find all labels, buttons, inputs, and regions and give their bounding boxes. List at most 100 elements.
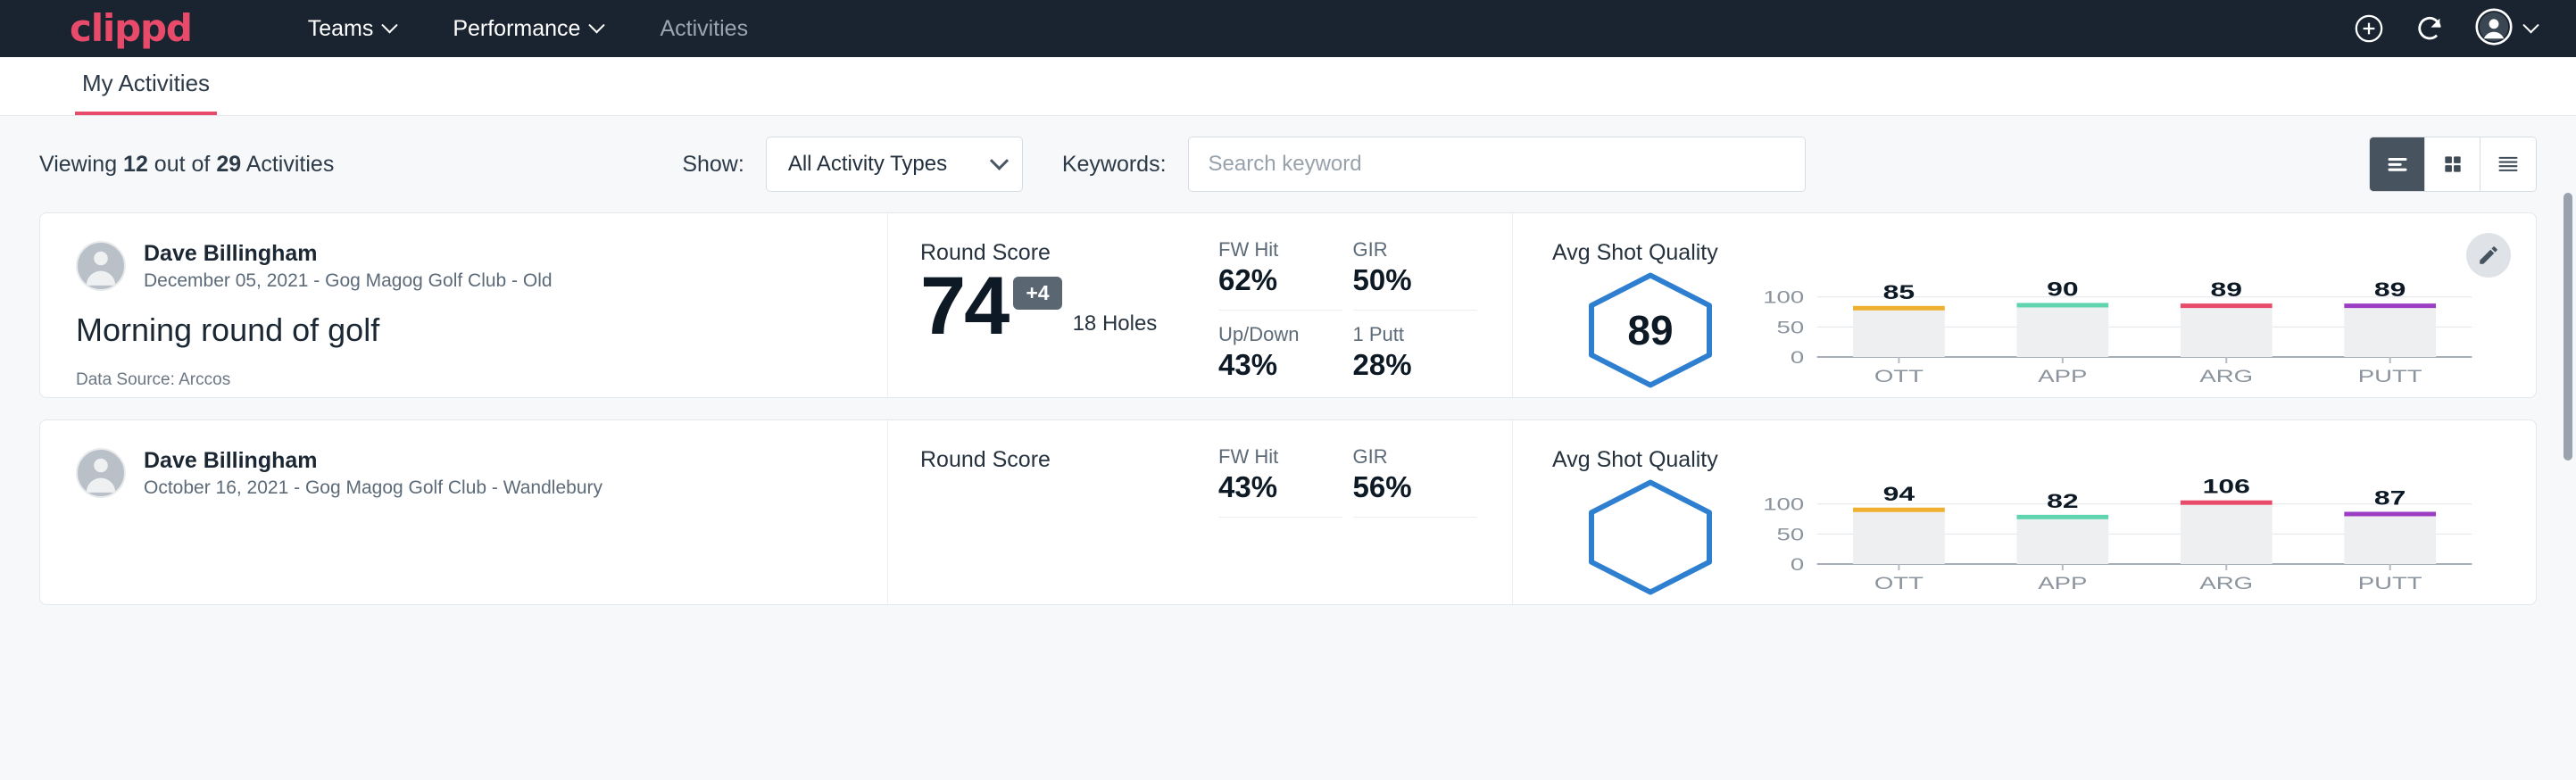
- avatar: [76, 241, 126, 291]
- scrollbar-thumb[interactable]: [2564, 193, 2572, 461]
- shot-quality-hexagon-wrap: 89: [1552, 271, 1749, 389]
- stat-up-down-value: 43%: [1218, 348, 1342, 382]
- score-delta-badge: +4: [1013, 277, 1061, 310]
- avg-shot-quality-row: 05010094OTT82APP106ARG87PUTT: [1552, 478, 2482, 596]
- activity-type-select[interactable]: All Activity Types: [766, 137, 1023, 192]
- round-stats-grid: FW Hit 43% GIR 56%: [1218, 445, 1476, 530]
- top-navigation-bar: clippd Teams Performance Activities: [0, 0, 2576, 57]
- svg-text:ARG: ARG: [2199, 575, 2253, 593]
- svg-text:85: 85: [1883, 281, 1915, 303]
- chevron-down-icon: [382, 17, 398, 33]
- refresh-icon[interactable]: [2414, 13, 2445, 44]
- viewing-total: 29: [216, 152, 241, 177]
- activity-summary: Dave Billingham December 05, 2021 - Gog …: [40, 213, 888, 397]
- main-nav-items: Teams Performance Activities: [279, 16, 777, 42]
- nav-item-teams[interactable]: Teams: [279, 16, 425, 42]
- search-input[interactable]: [1188, 137, 1806, 192]
- svg-text:100: 100: [1763, 496, 1804, 515]
- chevron-down-icon: [990, 151, 1009, 170]
- viewing-prefix: Viewing: [39, 152, 123, 177]
- activity-data-source: Data Source: Arccos: [76, 370, 852, 390]
- activity-user-row: Dave Billingham October 16, 2021 - Gog M…: [76, 447, 852, 499]
- svg-text:89: 89: [2374, 278, 2406, 301]
- svg-text:APP: APP: [2038, 368, 2087, 386]
- activity-card[interactable]: Dave Billingham October 16, 2021 - Gog M…: [39, 419, 2537, 605]
- avg-shot-quality-label: Avg Shot Quality: [1552, 240, 2482, 266]
- svg-text:50: 50: [1777, 319, 1805, 337]
- activity-user-name: Dave Billingham: [144, 240, 553, 267]
- shot-quality-hexagon: [1583, 478, 1717, 596]
- activity-summary: Dave Billingham October 16, 2021 - Gog M…: [40, 420, 888, 604]
- stat-fw-hit: FW Hit 43%: [1218, 445, 1342, 518]
- stat-one-putt-label: 1 Putt: [1353, 323, 1477, 346]
- activity-meta: October 16, 2021 - Gog Magog Golf Club -…: [144, 477, 602, 499]
- clippd-logo[interactable]: clippd: [70, 10, 192, 47]
- stat-fw-hit-value: 62%: [1218, 263, 1342, 297]
- tab-my-activities[interactable]: My Activities: [75, 70, 217, 115]
- activity-card[interactable]: Dave Billingham December 05, 2021 - Gog …: [39, 212, 2537, 398]
- shot-quality-bar-chart: 05010085OTT90APP89ARG89PUTT: [1757, 271, 2482, 387]
- round-score-row: 74 +4 18 Holes: [920, 268, 1218, 345]
- avatar: [76, 448, 126, 498]
- shot-quality-bar-chart: 05010094OTT82APP106ARG87PUTT: [1757, 478, 2482, 594]
- svg-text:90: 90: [2047, 278, 2078, 300]
- show-label: Show:: [682, 152, 744, 178]
- page-scrollbar[interactable]: [2564, 116, 2572, 780]
- edit-activity-button[interactable]: [2466, 233, 2511, 278]
- svg-text:0: 0: [1791, 349, 1804, 368]
- shot-quality-chart-canvas: 05010085OTT90APP89ARG89PUTT: [1757, 271, 2482, 387]
- shot-quality-chart-canvas: 05010094OTT82APP106ARG87PUTT: [1757, 478, 2482, 594]
- stat-gir-label: GIR: [1353, 238, 1477, 261]
- svg-text:OTT: OTT: [1874, 368, 1924, 386]
- stat-gir: GIR 50%: [1353, 238, 1477, 311]
- activity-user-name: Dave Billingham: [144, 447, 602, 474]
- round-score-label: Round Score: [920, 447, 1218, 473]
- add-circle-icon[interactable]: [2354, 13, 2384, 44]
- stat-up-down-label: Up/Down: [1218, 323, 1342, 346]
- shot-quality-hexagon: 89: [1583, 271, 1717, 389]
- view-mode-compact-button[interactable]: [2480, 137, 2536, 191]
- holes-played: 18 Holes: [1073, 311, 1158, 336]
- compact-view-icon: [2496, 152, 2521, 177]
- avg-shot-quality-block: Avg Shot Quality 89 0 50 100 85 OTT 90 APP 89 AR…: [1513, 213, 2536, 397]
- activity-title: Morning round of golf: [76, 311, 852, 349]
- pencil-icon: [2477, 244, 2500, 267]
- viewing-summary: Viewing 12 out of 29 Activities: [39, 152, 334, 178]
- stat-one-putt-value: 28%: [1353, 348, 1477, 382]
- nav-item-activities-label: Activities: [660, 16, 748, 42]
- view-mode-grid-button[interactable]: [2425, 137, 2480, 191]
- stat-gir-label: GIR: [1353, 445, 1477, 469]
- svg-text:PUTT: PUTT: [2358, 368, 2422, 386]
- nav-item-performance[interactable]: Performance: [424, 16, 631, 42]
- svg-text:100: 100: [1763, 289, 1804, 308]
- round-score-block: Round Score 74 +4 18 Holes: [888, 213, 1218, 397]
- stat-gir: GIR 56%: [1353, 445, 1477, 518]
- stat-fw-hit-value: 43%: [1218, 470, 1342, 504]
- chevron-down-icon: [589, 17, 605, 33]
- stat-fw-hit-label: FW Hit: [1218, 445, 1342, 469]
- account-icon: [2475, 8, 2513, 50]
- round-stats-block: FW Hit 43% GIR 56%: [1218, 420, 1513, 604]
- activities-content: Viewing 12 out of 29 Activities Show: Al…: [0, 116, 2576, 780]
- svg-text:PUTT: PUTT: [2358, 575, 2422, 593]
- stat-one-putt: 1 Putt 28%: [1353, 323, 1477, 389]
- account-menu[interactable]: [2475, 8, 2537, 50]
- round-score-value: 74: [920, 268, 1008, 345]
- round-stats-grid: FW Hit 62% GIR 50% Up/Down 43% 1 Putt 28…: [1218, 238, 1476, 389]
- round-score-block: Round Score: [888, 420, 1218, 604]
- top-nav-actions: [2354, 8, 2537, 50]
- stat-fw-hit: FW Hit 62%: [1218, 238, 1342, 311]
- svg-text:ARG: ARG: [2199, 368, 2253, 386]
- stat-gir-value: 56%: [1353, 470, 1477, 504]
- viewing-suffix: Activities: [241, 152, 334, 177]
- filter-bar: Viewing 12 out of 29 Activities Show: Al…: [39, 116, 2537, 212]
- grid-view-icon: [2441, 153, 2464, 176]
- list-view-icon: [2385, 152, 2410, 177]
- svg-text:50: 50: [1777, 526, 1805, 544]
- stat-up-down: Up/Down 43%: [1218, 323, 1342, 389]
- viewing-mid: out of: [148, 152, 216, 177]
- chevron-down-icon: [2522, 17, 2539, 33]
- nav-item-activities[interactable]: Activities: [631, 16, 777, 42]
- view-mode-list-button[interactable]: [2370, 137, 2425, 191]
- activity-user-row: Dave Billingham December 05, 2021 - Gog …: [76, 240, 852, 292]
